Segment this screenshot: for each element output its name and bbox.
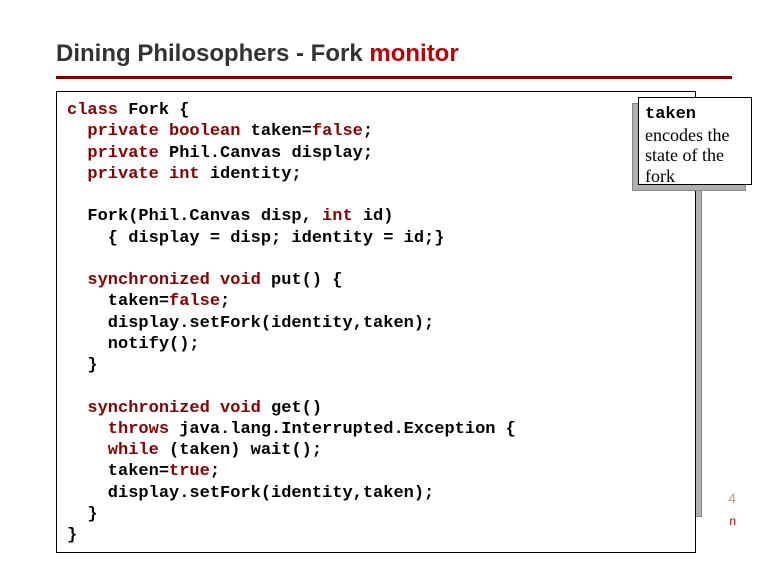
- code-text: { display = disp; identity = id;}: [67, 229, 444, 248]
- title-rule: [56, 76, 732, 79]
- code-text: display.setFork(identity,taken);: [67, 484, 434, 503]
- content-area: class Fork { private boolean taken=false…: [56, 91, 732, 553]
- title-highlight: monitor: [369, 40, 458, 67]
- code-text: taken=: [67, 462, 169, 481]
- code-text: }: [67, 505, 98, 524]
- code-text: Fork(Phil.Canvas disp,: [67, 207, 322, 226]
- kw-int: int: [322, 207, 353, 226]
- kw-boolean: boolean: [169, 122, 240, 141]
- footer-mark: n: [729, 514, 736, 528]
- code-text: notify();: [67, 335, 200, 354]
- page-number: 4: [728, 490, 736, 506]
- code-text: Phil.Canvas display;: [159, 144, 373, 163]
- code-text: id): [353, 207, 394, 226]
- code-text: identity;: [200, 165, 302, 184]
- kw-throws: throws: [67, 420, 169, 439]
- kw-synchronized: synchronized: [67, 399, 210, 418]
- note-text: encodes the state of the fork: [645, 125, 729, 186]
- kw-false: false: [169, 292, 220, 311]
- kw-void: void: [220, 399, 261, 418]
- code-text: get(): [261, 399, 322, 418]
- code-box: class Fork { private boolean taken=false…: [56, 91, 696, 553]
- kw-private: private: [67, 144, 159, 163]
- kw-void: void: [220, 271, 261, 290]
- code-text: [159, 165, 169, 184]
- code-text: [210, 271, 220, 290]
- kw-synchronized: synchronized: [67, 271, 210, 290]
- code-text: }: [67, 526, 77, 545]
- code-text: ;: [363, 122, 373, 141]
- code-text: ;: [210, 462, 220, 481]
- kw-true: true: [169, 462, 210, 481]
- code-text: taken=: [240, 122, 311, 141]
- kw-private: private: [67, 165, 159, 184]
- annotation-note: taken encodes the state of the fork: [638, 97, 752, 185]
- kw-while: while: [67, 441, 159, 460]
- code-text: Fork {: [118, 101, 189, 120]
- code-text: [210, 399, 220, 418]
- slide-title: Dining Philosophers - Fork monitor: [56, 40, 732, 76]
- kw-int: int: [169, 165, 200, 184]
- code-text: }: [67, 356, 98, 375]
- code-text: (taken) wait();: [159, 441, 322, 460]
- title-prefix: Dining Philosophers - Fork: [56, 40, 369, 67]
- code-text: display.setFork(identity,taken);: [67, 314, 434, 333]
- note-code-word: taken: [645, 105, 696, 124]
- code-text: taken=: [67, 292, 169, 311]
- kw-class: class: [67, 101, 118, 120]
- code-text: java.lang.Interrupted.Exception {: [169, 420, 516, 439]
- code-text: [159, 122, 169, 141]
- kw-private: private: [67, 122, 159, 141]
- kw-false: false: [312, 122, 363, 141]
- code-text: ;: [220, 292, 230, 311]
- code-text: put() {: [261, 271, 343, 290]
